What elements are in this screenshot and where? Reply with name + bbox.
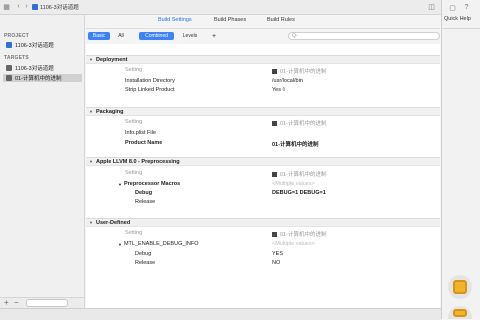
setting-label: Installation Directory	[125, 78, 175, 84]
target-icon	[272, 171, 277, 177]
search-input[interactable]: Q-	[288, 32, 440, 40]
project-icon	[6, 42, 12, 48]
add-target-icon[interactable]: +	[4, 299, 9, 307]
forward-arrow-icon[interactable]: ›	[22, 2, 31, 11]
section-header-deployment[interactable]: ▼ Deployment	[86, 55, 440, 64]
object-library-tile[interactable]	[448, 275, 472, 299]
section-header-llvm-preprocessing[interactable]: ▼ Apple LLVM 8.0 - Preprocessing	[86, 157, 440, 166]
sidebar-item-label: 01-计算机中的进制	[15, 76, 62, 82]
breadcrumb-project[interactable]: 1106-3对话道题	[40, 3, 79, 11]
disclosure-triangle-icon[interactable]: ▼	[89, 159, 93, 164]
grid-icon[interactable]: ▦	[2, 2, 11, 11]
disclosure-triangle-icon[interactable]: ▼	[89, 109, 93, 114]
object-library-icon	[453, 308, 467, 317]
disclosure-triangle-icon[interactable]: ▼	[89, 57, 93, 62]
sidebar-item-project[interactable]: 1106-3对话道题	[3, 41, 82, 49]
setting-value[interactable]: YES	[272, 251, 283, 257]
sidebar-item-target[interactable]: 1106-3对话道题	[3, 64, 82, 72]
file-inspector-icon[interactable]: ▢	[448, 3, 457, 12]
basic-filter-button[interactable]: Basic	[88, 32, 110, 40]
target-icon	[272, 231, 277, 237]
tab-build-rules[interactable]: Build Rules	[267, 17, 295, 23]
setting-label-mtl[interactable]: ▼ MTL_ENABLE_DEBUG_INFO	[118, 241, 199, 247]
setting-label-debug: Debug	[135, 251, 152, 257]
setting-column-header: Setting	[125, 119, 143, 125]
targets-section-header: TARGETS	[4, 55, 29, 61]
target-icon	[272, 120, 277, 126]
tab-build-settings[interactable]: Build Settings	[158, 17, 192, 23]
section-header-user-defined[interactable]: ▼ User-Defined	[86, 218, 440, 227]
sidebar-item-label: 1106-3对话道题	[15, 43, 54, 49]
setting-column-header: Setting	[125, 67, 143, 73]
quick-help-title: Quick Help	[444, 16, 471, 22]
target-column-header: 01-计算机中的进制	[272, 170, 326, 178]
setting-column-header: Setting	[125, 230, 143, 236]
setting-label-debug: Debug	[135, 190, 153, 196]
setting-label: Product Name	[125, 140, 163, 146]
setting-value[interactable]: DEBUG=1 DEBUG=1	[272, 190, 326, 196]
target-column-header: 01-计算机中的进制	[272, 230, 326, 238]
disclosure-triangle-icon[interactable]: ▼	[89, 220, 93, 225]
debug-area-bar	[0, 308, 441, 320]
setting-value[interactable]: /usr/local/bin	[272, 78, 303, 84]
project-icon	[32, 4, 38, 10]
disclosure-triangle-icon[interactable]: ▼	[118, 182, 122, 187]
setting-column-header: Setting	[125, 170, 143, 176]
setting-value[interactable]: Yes ◊	[272, 87, 285, 93]
target-icon	[6, 75, 12, 81]
project-section-header: PROJECT	[4, 33, 30, 39]
inspector-toggle-icon[interactable]: ◫	[427, 2, 436, 11]
all-filter-button[interactable]: All	[112, 32, 130, 40]
quick-help-panel	[441, 0, 480, 319]
section-header-packaging[interactable]: ▼ Packaging	[86, 107, 440, 116]
setting-value[interactable]: NO	[272, 260, 280, 266]
divider	[441, 28, 480, 29]
setting-value[interactable]: <Multiple values>	[272, 241, 315, 247]
setting-label-release: Release	[135, 199, 156, 205]
add-setting-button[interactable]: +	[209, 32, 219, 40]
sidebar-item-label: 1106-3对话道题	[15, 66, 54, 72]
setting-label: Strip Linked Product	[125, 87, 175, 93]
target-icon	[272, 68, 277, 74]
target-column-header: 01-计算机中的进制	[272, 67, 326, 75]
setting-label-preprocessor-macros[interactable]: ▼ Preprocessor Macros	[118, 181, 180, 187]
remove-target-icon[interactable]: −	[14, 299, 19, 307]
disclosure-triangle-icon[interactable]: ▼	[118, 242, 122, 247]
object-library-icon	[453, 280, 467, 294]
tab-build-phases[interactable]: Build Phases	[214, 17, 246, 23]
setting-label: Info.plist File	[125, 130, 156, 136]
levels-view-button[interactable]: Levels	[176, 32, 204, 40]
setting-label-release: Release	[135, 260, 156, 266]
breadcrumb[interactable]: 1106-3对话道题	[32, 3, 79, 11]
setting-value[interactable]: 01-计算机中的进制	[272, 140, 318, 148]
quick-help-icon[interactable]: ?	[462, 3, 471, 12]
sidebar-filter-input[interactable]	[26, 299, 68, 307]
sidebar-item-target-selected[interactable]: 01-计算机中的进制	[3, 74, 82, 82]
target-column-header: 01-计算机中的进制	[272, 119, 326, 127]
setting-value[interactable]: <Multiple values>	[272, 181, 315, 187]
target-icon	[6, 65, 12, 71]
combined-view-button[interactable]: Combined	[139, 32, 174, 40]
tab-divider	[86, 28, 440, 29]
